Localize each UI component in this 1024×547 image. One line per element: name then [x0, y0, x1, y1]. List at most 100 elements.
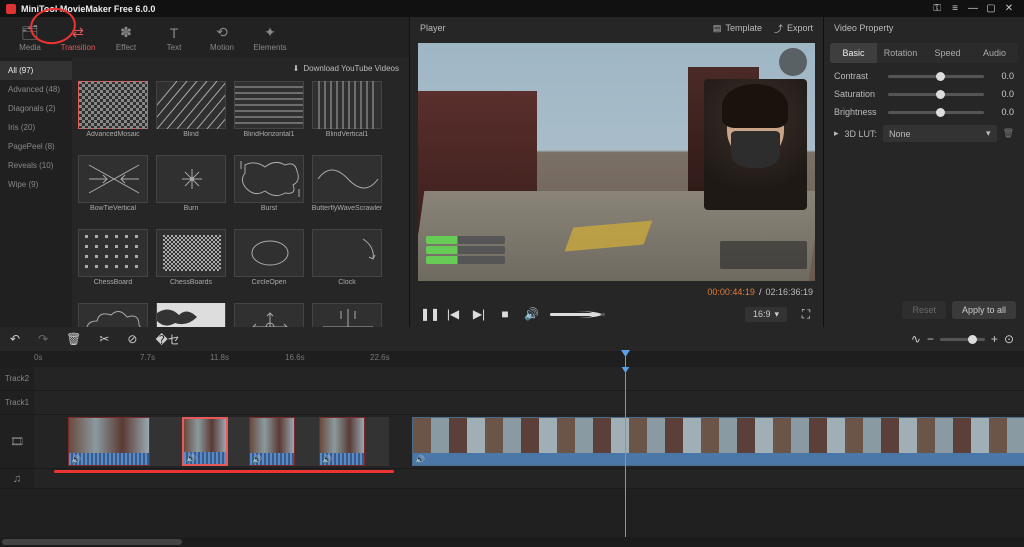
- transition-thumb[interactable]: Blind: [154, 81, 228, 151]
- trash-icon[interactable]: 🗑: [1003, 128, 1014, 139]
- fullscreen-button[interactable]: ⛶: [799, 307, 813, 322]
- transition-thumb[interactable]: ColourDistance: [154, 303, 228, 327]
- apply-all-button[interactable]: Apply to all: [952, 301, 1016, 319]
- tool-tab-motion[interactable]: ⟲Motion: [198, 19, 246, 57]
- brightness-slider[interactable]: [888, 111, 984, 114]
- timeline-clip[interactable]: 🔊: [319, 417, 365, 466]
- timeline-clip[interactable]: 🔊: [249, 417, 295, 466]
- waveform-icon[interactable]: ∿: [911, 332, 921, 346]
- minimize-button[interactable]: —: [964, 3, 982, 14]
- timeline-hscroll[interactable]: [0, 537, 1024, 547]
- zoom-out-button[interactable]: −: [927, 332, 934, 346]
- speed-button[interactable]: ⊘: [127, 332, 137, 346]
- transition-thumb[interactable]: Cross: [310, 303, 384, 327]
- zoom-fit-button[interactable]: ⊙: [1004, 332, 1014, 346]
- transition-slot[interactable]: [150, 417, 182, 466]
- tool-tab-media[interactable]: 🗂Media: [6, 19, 54, 57]
- prev-frame-button[interactable]: |◀: [446, 307, 460, 321]
- transition-thumb[interactable]: BlindHorizontal1: [232, 81, 306, 151]
- template-button[interactable]: ▤ Template: [713, 23, 762, 34]
- category-item[interactable]: Iris (20): [0, 118, 72, 137]
- category-item[interactable]: Advanced (48): [0, 80, 72, 99]
- category-item[interactable]: Diagonals (2): [0, 99, 72, 118]
- lut-select[interactable]: None ▾: [883, 125, 997, 142]
- transition-preview: [78, 81, 148, 129]
- export-icon: ⤴: [774, 22, 783, 35]
- volume-slider[interactable]: [550, 313, 605, 316]
- transition-slot[interactable]: [365, 417, 389, 466]
- transition-label: AdvancedMosaic: [86, 131, 139, 138]
- transition-thumb[interactable]: ChessBoards: [154, 229, 228, 299]
- tool-tab-transition[interactable]: ⇄Transition: [54, 19, 102, 57]
- redo-button[interactable]: ↷: [38, 332, 48, 346]
- next-frame-button[interactable]: ▶|: [472, 307, 486, 321]
- split-button[interactable]: ✂: [99, 332, 109, 346]
- transition-preview: [156, 81, 226, 129]
- crop-button[interactable]: �セ: [155, 331, 179, 348]
- zoom-slider[interactable]: [940, 338, 985, 341]
- category-item[interactable]: All (97): [0, 61, 72, 80]
- speaker-icon: 🔊: [186, 454, 196, 463]
- stop-button[interactable]: ■: [498, 307, 512, 321]
- category-item[interactable]: PagePeel (8): [0, 137, 72, 156]
- playhead-line[interactable]: [625, 367, 626, 537]
- transition-thumb[interactable]: CrazyParametricFun: [232, 303, 306, 327]
- transition-thumb[interactable]: BowTieVertical: [76, 155, 150, 225]
- transition-thumb[interactable]: Burn: [154, 155, 228, 225]
- prop-tab-audio[interactable]: Audio: [971, 43, 1018, 63]
- prop-tab-speed[interactable]: Speed: [924, 43, 971, 63]
- prop-tab-rotation[interactable]: Rotation: [877, 43, 924, 63]
- zoom-in-button[interactable]: +: [991, 332, 998, 346]
- transition-label: BlindHorizontal1: [244, 131, 295, 138]
- download-label: Download YouTube Videos: [303, 64, 399, 73]
- close-button[interactable]: ✕: [1000, 3, 1018, 14]
- timeline-clip[interactable]: 🔊: [68, 417, 150, 466]
- category-item[interactable]: Reveals (10): [0, 156, 72, 175]
- chevron-right-icon[interactable]: ▸: [834, 128, 839, 139]
- transition-thumb[interactable]: AdvancedMosaic: [76, 81, 150, 151]
- transition-slot[interactable]: [228, 417, 249, 466]
- transition-thumb[interactable]: Cloud: [76, 303, 150, 327]
- transition-label: Clock: [338, 279, 356, 286]
- download-youtube-link[interactable]: ⬇ Download YouTube Videos: [72, 57, 409, 79]
- menu-icon[interactable]: ≡: [946, 3, 964, 14]
- trans-icon: ⇄: [72, 24, 84, 41]
- fx-icon: ✽: [120, 24, 132, 41]
- tool-tab-elements[interactable]: ✦Elements: [246, 19, 294, 57]
- maximize-button[interactable]: ▢: [982, 3, 1000, 14]
- key-icon[interactable]: ⚿: [928, 3, 946, 14]
- transition-thumb[interactable]: Clock: [310, 229, 384, 299]
- transition-preview: [156, 303, 226, 327]
- timeline-clip[interactable]: 🔊: [182, 417, 228, 466]
- transition-slot[interactable]: [295, 417, 319, 466]
- transition-thumb[interactable]: CircleOpen: [232, 229, 306, 299]
- player-header: Player: [420, 23, 446, 33]
- saturation-slider[interactable]: [888, 93, 984, 96]
- lut-label: 3D LUT:: [845, 129, 878, 139]
- template-icon: ▤: [713, 23, 722, 34]
- undo-button[interactable]: ↶: [10, 332, 20, 346]
- ruler-tick: 22.6s: [370, 353, 390, 362]
- aspect-selector[interactable]: 16:9 ▾: [745, 307, 787, 322]
- prop-tab-basic[interactable]: Basic: [830, 43, 877, 63]
- transition-thumb[interactable]: BlindVertical1: [310, 81, 384, 151]
- playhead[interactable]: [625, 351, 626, 367]
- transition-thumb[interactable]: ButterflyWaveScrawler: [310, 155, 384, 225]
- volume-icon[interactable]: 🔊: [524, 307, 538, 321]
- video-preview[interactable]: [418, 43, 815, 281]
- transition-preview: [234, 81, 304, 129]
- contrast-slider[interactable]: [888, 75, 984, 78]
- tool-tab-effect[interactable]: ✽Effect: [102, 19, 150, 57]
- delete-button[interactable]: 🗑: [66, 332, 81, 346]
- reset-button[interactable]: Reset: [902, 301, 946, 319]
- timeline-clip[interactable]: 🔊: [412, 417, 1024, 466]
- play-button[interactable]: ❚❚: [420, 307, 434, 321]
- category-item[interactable]: Wipe (9): [0, 175, 72, 194]
- hud-minimap: [779, 48, 807, 77]
- tool-tab-text[interactable]: TText: [150, 19, 198, 57]
- transition-thumb[interactable]: ChessBoard: [76, 229, 150, 299]
- annotation-underline: [54, 470, 394, 473]
- export-button[interactable]: ⤴ Export: [774, 22, 813, 35]
- transition-preview: [312, 81, 382, 129]
- transition-thumb[interactable]: Burst: [232, 155, 306, 225]
